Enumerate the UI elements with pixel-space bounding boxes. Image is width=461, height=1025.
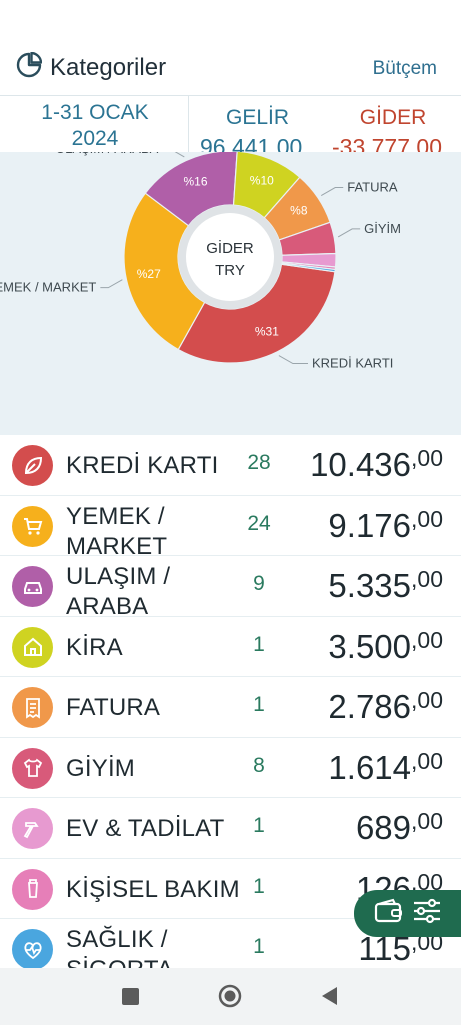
expense-donut-chart: %31 KREDİ KARTI %27 YEMEK / MARKET %16 ULAŞIM… bbox=[0, 152, 461, 435]
slice-percent-label: %16 bbox=[184, 174, 208, 188]
transaction-count: 1 bbox=[253, 874, 265, 898]
category-name: KİŞİSEL BAKIM bbox=[66, 875, 240, 903]
amount-decimals: ,00 bbox=[411, 808, 443, 834]
category-name: ULAŞIM / ARABA bbox=[66, 563, 171, 617]
receipt-icon bbox=[12, 687, 53, 728]
amount-integer: 689 bbox=[355, 809, 412, 846]
app-header: Kategoriler Bütçem bbox=[0, 0, 461, 95]
wallet-icon bbox=[374, 898, 404, 929]
category-amount: 9.176,00 bbox=[328, 506, 443, 545]
category-name: EV & TADİLAT bbox=[66, 815, 225, 842]
expense-label: GİDER bbox=[359, 106, 427, 129]
amount-integer: 3.500 bbox=[328, 627, 412, 665]
heart-pulse-icon bbox=[12, 929, 53, 970]
slice-percent-label: %10 bbox=[250, 173, 274, 187]
cup-icon bbox=[12, 868, 53, 910]
amount-decimals: ,00 bbox=[411, 747, 443, 774]
slice-label: KREDİ KARTI bbox=[312, 356, 393, 371]
slice-percent-label: %27 bbox=[137, 267, 161, 281]
slice-label: ULAŞIM / ARABA bbox=[56, 152, 159, 156]
slice-percent-label: %31 bbox=[255, 324, 279, 338]
slice-percent-label: %8 bbox=[290, 204, 308, 218]
amount-decimals: ,00 bbox=[411, 566, 443, 592]
transaction-count: 24 bbox=[247, 511, 271, 535]
category-name: KİRA bbox=[66, 633, 123, 661]
donut-hole bbox=[186, 213, 274, 301]
home-icon[interactable] bbox=[218, 984, 242, 1013]
category-amount: 10.436,00 bbox=[310, 445, 443, 484]
amount-integer: 1.614 bbox=[328, 748, 412, 786]
period-year: 2024 bbox=[71, 127, 119, 150]
slice-leader-line bbox=[100, 279, 123, 289]
hammer-icon bbox=[12, 808, 53, 849]
slice-label: GİYİM bbox=[364, 221, 401, 236]
slice-leader-line bbox=[320, 187, 344, 196]
page-title: Kategoriler bbox=[50, 53, 167, 81]
category-row[interactable]: EV & TADİLAT 1 689,00 bbox=[0, 798, 461, 859]
category-row[interactable]: KREDİ KARTI 28 10.436,00 bbox=[0, 435, 461, 496]
category-name: FATURA bbox=[66, 694, 161, 721]
slice-leader-line bbox=[278, 355, 308, 365]
summary-bar: 1-31 OCAK 2024 GELİR GİDER 96.441,00... … bbox=[0, 95, 461, 156]
amount-integer: 2.786 bbox=[328, 688, 412, 725]
transaction-count: 8 bbox=[253, 753, 265, 777]
cart-icon bbox=[12, 505, 53, 547]
donut-center-currency: TRY bbox=[215, 262, 245, 279]
category-row[interactable]: FATURA 1 2.786,00 bbox=[0, 677, 461, 738]
category-name: YEMEK / MARKET bbox=[66, 502, 168, 556]
amount-decimals: ,00 bbox=[411, 626, 443, 653]
period-selector[interactable]: 1-31 OCAK 2024 bbox=[0, 100, 190, 152]
slice-leader-line bbox=[174, 152, 185, 158]
category-amount: 5.335,00 bbox=[328, 566, 443, 605]
amount-decimals: ,00 bbox=[411, 687, 443, 713]
slice-label: FATURA bbox=[347, 180, 398, 195]
summary-divider bbox=[188, 96, 189, 156]
transaction-count: 1 bbox=[253, 632, 265, 656]
system-nav-bar bbox=[0, 968, 461, 1025]
car-icon bbox=[12, 566, 53, 607]
category-name: KREDİ KARTI bbox=[66, 452, 219, 479]
amount-decimals: ,00 bbox=[411, 505, 443, 532]
donut-svg: %31 KREDİ KARTI %27 YEMEK / MARKET %16 ULAŞIM… bbox=[0, 152, 401, 371]
slice-leader-line bbox=[337, 228, 361, 238]
leaf-icon bbox=[12, 445, 53, 486]
house-icon bbox=[12, 626, 53, 668]
back-icon[interactable] bbox=[320, 986, 338, 1011]
slice-label: YEMEK / MARKET bbox=[0, 280, 96, 295]
budget-link[interactable]: Bütçem bbox=[373, 58, 437, 80]
pie-chart-icon bbox=[16, 51, 43, 83]
transaction-count: 1 bbox=[253, 814, 265, 837]
amount-integer: 9.176 bbox=[328, 506, 412, 544]
amount-integer: 10.436 bbox=[310, 446, 412, 483]
recents-icon[interactable] bbox=[122, 988, 139, 1010]
category-amount: 3.500,00 bbox=[328, 627, 443, 666]
title-group: Kategoriler bbox=[16, 51, 167, 83]
filter-wallet-button[interactable] bbox=[354, 890, 461, 937]
amount-integer: 5.335 bbox=[328, 567, 412, 604]
transaction-count: 28 bbox=[247, 451, 271, 474]
sliders-icon bbox=[412, 898, 442, 929]
donut-center-title: GİDER bbox=[206, 239, 254, 257]
category-name: GİYİM bbox=[66, 754, 136, 782]
category-row[interactable]: GİYİM 8 1.614,00 bbox=[0, 737, 461, 798]
transaction-count: 1 bbox=[253, 693, 265, 716]
category-row[interactable]: ULAŞIM / ARABA 9 5.335,00 bbox=[0, 556, 461, 617]
income-label: GELİR bbox=[225, 106, 290, 129]
category-row[interactable]: KİRA 1 3.500,00 bbox=[0, 616, 461, 677]
amount-decimals: ,00 bbox=[411, 445, 443, 471]
transaction-count: 9 bbox=[253, 572, 265, 595]
category-amount: 689,00 bbox=[356, 808, 443, 847]
category-amount: 1.614,00 bbox=[328, 748, 443, 787]
shirt-icon bbox=[12, 747, 53, 789]
period-range: 1-31 OCAK bbox=[41, 101, 149, 124]
transaction-count: 1 bbox=[253, 935, 265, 958]
category-row[interactable]: YEMEK / MARKET 24 9.176,00 bbox=[0, 495, 461, 556]
category-amount: 2.786,00 bbox=[328, 687, 443, 726]
